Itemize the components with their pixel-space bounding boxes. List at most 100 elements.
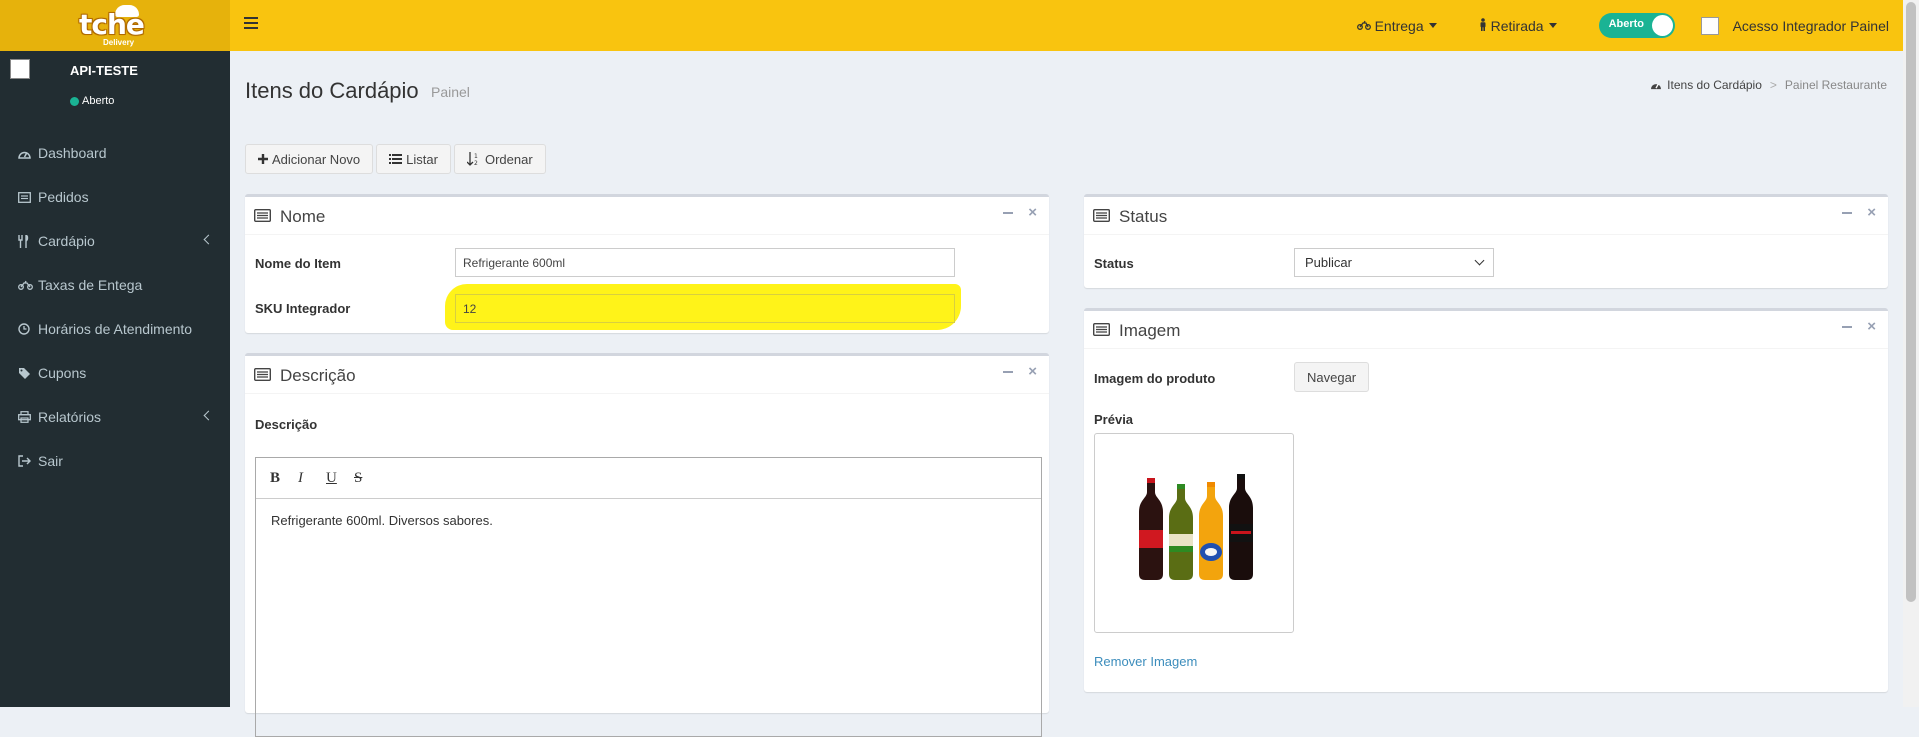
store-status: Aberto: [70, 95, 114, 107]
sidebar-toggle-icon[interactable]: [244, 17, 258, 29]
pickup-label: Retirada: [1490, 17, 1544, 34]
logo-subtext: Delivery: [103, 37, 135, 47]
store-avatar: [10, 59, 30, 79]
image-preview: [1094, 433, 1294, 633]
sidebar-item-opening-hours[interactable]: Horários de Atendimento: [0, 307, 230, 351]
editor-content[interactable]: Refrigerante 600ml. Diversos sabores.: [256, 499, 1041, 542]
cutlery-icon: [18, 234, 38, 248]
list-alt-icon: [253, 208, 272, 225]
status-dot-icon: [70, 96, 79, 106]
page-title: Itens do Cardápio: [245, 78, 419, 103]
sku-input[interactable]: 12: [455, 294, 955, 323]
strikethrough-icon[interactable]: S: [354, 470, 382, 487]
dashboard-icon: [1650, 80, 1662, 90]
caret-down-icon: [1548, 23, 1557, 28]
sku-label: SKU Integrador: [255, 301, 351, 316]
preview-label: Prévia: [1094, 412, 1134, 427]
box-tools: ×: [1842, 205, 1876, 220]
svg-text:1: 1: [474, 153, 478, 160]
add-new-button[interactable]: Adicionar Novo: [245, 144, 374, 174]
top-navbar: tche Delivery Entrega Retirada Aberto Ac…: [0, 0, 1903, 51]
collapse-icon[interactable]: [1003, 211, 1014, 214]
status-select[interactable]: Publicar: [1294, 248, 1494, 277]
action-buttons: Adicionar Novo Listar 12 Ordenar: [245, 144, 549, 174]
close-icon[interactable]: ×: [1028, 205, 1037, 220]
order-button[interactable]: 12 Ordenar: [453, 144, 546, 174]
sidebar-menu: Dashboard Pedidos Cardápio Taxas de Ente…: [0, 131, 230, 483]
collapse-icon[interactable]: [1842, 211, 1853, 214]
product-image: [1139, 474, 1253, 580]
person-icon: [1479, 17, 1487, 34]
close-icon[interactable]: ×: [1867, 319, 1876, 334]
editor-toolbar: B I U S: [256, 458, 1041, 499]
store-open-toggle[interactable]: Aberto: [1598, 13, 1675, 38]
page-scrollbar[interactable]: [1903, 0, 1919, 707]
collapse-icon[interactable]: [1842, 325, 1853, 328]
chevron-down-icon: [1474, 255, 1485, 266]
sidebar-item-label: Horários de Atendimento: [38, 321, 193, 337]
sidebar-item-label: Relatórios: [38, 409, 102, 425]
sidebar-item-reports[interactable]: Relatórios: [0, 395, 230, 439]
close-icon[interactable]: ×: [1028, 364, 1037, 379]
sidebar-item-label: Pedidos: [38, 189, 89, 205]
caret-down-icon: [1428, 23, 1437, 28]
underline-icon[interactable]: U: [326, 470, 354, 487]
breadcrumb-separator: >: [1769, 78, 1777, 92]
svg-text:2: 2: [474, 160, 478, 166]
description-box: Descrição × Descrição B I U S Refrigeran…: [245, 353, 1049, 737]
sort-numeric-icon: 12: [466, 152, 481, 166]
user-avatar[interactable]: [1700, 16, 1719, 35]
chevron-left-icon: [203, 410, 214, 421]
item-name-label: Nome do Item: [255, 256, 341, 271]
motorcycle-icon: [18, 280, 38, 290]
sidebar-item-logout[interactable]: Sair: [0, 439, 230, 483]
image-box: Imagem × Imagem do produto Navegar Prévi…: [1084, 308, 1888, 692]
sidebar-item-menu[interactable]: Cardápio: [0, 219, 230, 263]
sidebar-item-orders[interactable]: Pedidos: [0, 175, 230, 219]
motorcycle-icon: [1356, 19, 1371, 33]
status-box: Status × Status Publicar: [1084, 194, 1888, 288]
sidebar-item-dashboard[interactable]: Dashboard: [0, 131, 230, 175]
navbar-right: Entrega Retirada Aberto Acesso Integrado…: [1356, 0, 1889, 51]
list-button[interactable]: Listar: [376, 144, 451, 174]
sidebar-item-label: Cupons: [38, 365, 87, 381]
toggle-label: Aberto: [1608, 18, 1645, 30]
sidebar-item-label: Dashboard: [38, 145, 107, 161]
clock-icon: [18, 323, 38, 335]
box-header: Descrição ×: [245, 356, 1049, 394]
item-name-input[interactable]: Refrigerante 600ml: [455, 248, 955, 277]
toggle-knob: [1651, 15, 1673, 36]
rich-text-editor[interactable]: B I U S Refrigerante 600ml. Diversos sab…: [255, 457, 1042, 737]
collapse-icon[interactable]: [1003, 370, 1014, 373]
delivery-label: Entrega: [1374, 17, 1424, 34]
bold-icon[interactable]: B: [270, 470, 298, 487]
sidebar-item-label: Taxas de Entega: [38, 277, 143, 293]
delivery-dropdown[interactable]: Entrega: [1356, 17, 1437, 34]
list-label: Listar: [406, 151, 438, 167]
sidebar-item-delivery-fees[interactable]: Taxas de Entega: [0, 263, 230, 307]
breadcrumb-current[interactable]: Itens do Cardápio: [1667, 78, 1762, 92]
close-icon[interactable]: ×: [1867, 205, 1876, 220]
status-label: Status: [1094, 256, 1134, 271]
plus-icon: [258, 154, 268, 164]
brand-logo[interactable]: tche Delivery: [0, 0, 230, 51]
description-label: Descrição: [255, 417, 318, 432]
sidebar: API-TESTE Aberto Dashboard Pedidos Cardá…: [0, 51, 230, 707]
italic-icon[interactable]: I: [298, 470, 326, 487]
remove-image-link[interactable]: Remover Imagem: [1094, 654, 1197, 669]
box-title: Nome: [280, 207, 326, 226]
print-icon: [18, 411, 38, 423]
logo-mark: tche Delivery: [75, 4, 155, 48]
pickup-dropdown[interactable]: Retirada: [1479, 18, 1557, 34]
sidebar-item-coupons[interactable]: Cupons: [0, 351, 230, 395]
breadcrumb-parent: Painel Restaurante: [1784, 78, 1887, 92]
chevron-left-icon: [203, 234, 214, 245]
integrator-access-link[interactable]: Acesso Integrador Painel: [1733, 18, 1889, 34]
browse-button[interactable]: Navegar: [1294, 362, 1370, 392]
logo-text: tche: [79, 7, 145, 41]
store-status-text: Aberto: [82, 95, 115, 107]
box-tools: ×: [1003, 205, 1037, 220]
list-icon: [18, 191, 38, 203]
scrollbar-thumb[interactable]: [1906, 2, 1916, 602]
box-title: Descrição: [280, 366, 356, 385]
